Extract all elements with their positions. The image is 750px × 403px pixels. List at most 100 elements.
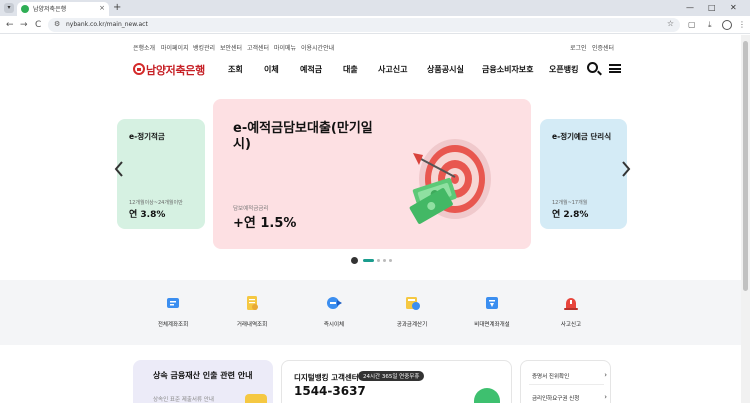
open-account-icon (486, 297, 498, 309)
gnb-open-banking[interactable]: 오픈뱅킹 (549, 64, 578, 75)
quick-menu: 전체계좌조회 거래내역조회 즉시이체 공과금계산기 비대면계좌개설 사고신고 (0, 280, 741, 345)
customer-center-phone[interactable]: 1544-3637 (294, 384, 366, 398)
util-link-banking-manage[interactable]: 뱅킹관리 (193, 43, 215, 52)
gnb-product-disclosure[interactable]: 상품공시실 (427, 64, 464, 75)
tab-search-button[interactable]: ▾ (4, 3, 14, 13)
product-card-installment-savings[interactable]: e-정기적금 12개월이상~24개월이만 연 3.8% (117, 119, 205, 229)
url-text[interactable]: nybank.co.kr/main_new.act (66, 21, 148, 28)
util-link-security[interactable]: 보안센터 (220, 43, 242, 52)
hours-badge: 24시간 365일 연중무휴 (358, 371, 425, 381)
quick-menu-transaction-history[interactable]: 거래내역조회 (222, 295, 282, 328)
link-certificate-verify[interactable]: 증명서 진위확인 › (532, 371, 607, 380)
gnb-deposits[interactable]: 예적금 (300, 64, 322, 75)
util-link-bank-intro[interactable]: 은행소개 (133, 43, 155, 52)
product-card-rate: 연 2.8% (552, 210, 589, 220)
chevron-right-icon: › (604, 371, 607, 379)
logo-text: 남양저축은행 (146, 64, 205, 77)
address-bar[interactable]: ⚙ nybank.co.kr/main_new.act ☆ (48, 18, 680, 32)
extensions-icon[interactable]: ▢ (688, 20, 696, 30)
carousel-dot[interactable] (377, 259, 380, 262)
new-tab-button[interactable]: + (113, 2, 121, 14)
link-label: 증명서 진위확인 (532, 374, 570, 380)
account-list-icon (167, 298, 179, 308)
link-rate-cut-request[interactable]: 금리인하요구권 신청 › (532, 393, 607, 402)
divider (529, 384, 604, 385)
gnb-consumer-protection[interactable]: 금융소비자보호 (482, 64, 534, 75)
carousel-dot[interactable] (389, 259, 392, 262)
quick-menu-label: 공과금계산기 (396, 322, 428, 328)
window-close-button[interactable]: ✕ (730, 2, 737, 14)
quick-menu-label: 전체계좌조회 (157, 322, 189, 328)
download-icon[interactable]: ⤓ (708, 20, 712, 30)
gnb-inquiry[interactable]: 조회 (228, 64, 243, 75)
product-card-rate: +연 1.5% (233, 216, 297, 231)
product-card-title: e-예적금담보대출(만기일시) (233, 121, 373, 152)
logo-mark-icon (133, 63, 145, 75)
carousel-dot-active[interactable] (363, 259, 374, 262)
hamburger-menu-icon[interactable] (609, 64, 621, 73)
product-card-fixed-deposit[interactable]: e-정기예금 단리식 12개월~17개월 연 2.8% (540, 119, 627, 229)
util-link-mymenu[interactable]: 마이메뉴 (274, 43, 296, 52)
quick-menu-accident-report[interactable]: 사고신고 (541, 295, 601, 328)
util-link-service-hours[interactable]: 이용시간안내 (301, 43, 334, 52)
carousel-dot[interactable] (383, 259, 386, 262)
browser-toolbar: ← → C ⚙ nybank.co.kr/main_new.act ☆ ▢ ⤓ … (0, 16, 750, 34)
carousel-pause-icon[interactable] (351, 257, 358, 264)
tab-title: 남양저축은행 (33, 6, 67, 13)
forward-icon[interactable]: → (20, 19, 28, 31)
bill-calculator-icon (406, 297, 420, 310)
quick-menu-bill-calculator[interactable]: 공과금계산기 (382, 295, 442, 328)
bookmark-star-icon[interactable]: ☆ (667, 19, 674, 28)
quick-menu-label: 즉시이체 (323, 322, 345, 328)
quick-menu-label: 사고신고 (560, 322, 582, 328)
site-favicon-icon (21, 5, 29, 13)
carousel-next-arrow-icon[interactable] (621, 160, 631, 178)
phone-illustration-icon (474, 388, 500, 403)
browser-tab-bar: ▾ 남양저축은행 × + — □ ✕ (0, 0, 750, 16)
quick-menu-all-accounts[interactable]: 전체계좌조회 (143, 295, 203, 328)
target-money-illustration-icon (409, 139, 491, 224)
product-card-title: e-정기적금 (129, 132, 165, 141)
util-link-login[interactable]: 로그인 (570, 43, 587, 52)
carousel-prev-arrow-icon[interactable] (114, 160, 124, 178)
profile-icon[interactable] (722, 20, 732, 30)
search-icon[interactable] (587, 62, 598, 73)
page-scrollbar[interactable] (741, 35, 750, 403)
quick-links-box: 증명서 진위확인 › 금리인하요구권 신청 › (520, 360, 611, 403)
product-card-title: e-정기예금 단리식 (552, 132, 612, 141)
util-link-cert-center[interactable]: 인증센터 (592, 43, 614, 52)
quick-menu-label: 비대면계좌개설 (474, 322, 510, 328)
back-icon[interactable]: ← (6, 19, 14, 31)
maximize-button[interactable]: □ (708, 2, 716, 14)
reload-icon[interactable]: C (35, 19, 41, 31)
util-link-mypage[interactable]: 마이페이지 (161, 43, 189, 52)
product-card-deposit-secured-loan[interactable]: e-예적금담보대출(만기일시) 담보예적금금리 +연 1.5% (213, 99, 531, 249)
gnb-accident-report[interactable]: 사고신고 (378, 64, 407, 75)
product-card-term: 12개월~17개월 (552, 200, 588, 206)
inheritance-subtitle: 상속인 표준 제출서류 안내 (153, 397, 214, 403)
inheritance-title: 상속 금융재산 인출 관련 안내 (153, 371, 253, 380)
minimize-button[interactable]: — (686, 2, 694, 14)
browser-tab[interactable]: 남양저축은행 × (17, 2, 109, 16)
chevron-right-icon: › (604, 393, 607, 401)
quick-menu-label: 거래내역조회 (236, 322, 268, 328)
tab-close-icon[interactable]: × (99, 4, 105, 12)
product-card-rate: 연 3.8% (129, 210, 166, 220)
site-info-icon[interactable]: ⚙ (54, 20, 60, 28)
scrollbar-thumb[interactable] (743, 41, 748, 291)
digital-banking-center-box[interactable]: 디지털뱅킹 고객센터 24시간 365일 연중무휴 1544-3637 (281, 360, 512, 403)
util-link-customer-center[interactable]: 고객센터 (247, 43, 269, 52)
folder-illustration-icon (245, 394, 267, 403)
siren-icon (564, 298, 578, 310)
link-label: 금리인하요구권 신청 (532, 396, 580, 402)
customer-center-title: 디지털뱅킹 고객센터 (294, 373, 359, 382)
product-card-term: 12개월이상~24개월이만 (129, 200, 183, 206)
product-card-rate-label: 담보예적금금리 (233, 206, 269, 212)
inheritance-notice-box[interactable]: 상속 금융재산 인출 관련 안내 상속인 표준 제출서류 안내 (133, 360, 273, 403)
quick-menu-open-account[interactable]: 비대면계좌개설 (462, 295, 522, 328)
gnb-loans[interactable]: 대출 (343, 64, 358, 75)
quick-menu-instant-transfer[interactable]: 즉시이체 (304, 295, 364, 328)
browser-menu-icon[interactable]: ⋮ (738, 20, 746, 30)
gnb-transfer[interactable]: 이체 (264, 64, 279, 75)
instant-transfer-icon (327, 297, 342, 309)
